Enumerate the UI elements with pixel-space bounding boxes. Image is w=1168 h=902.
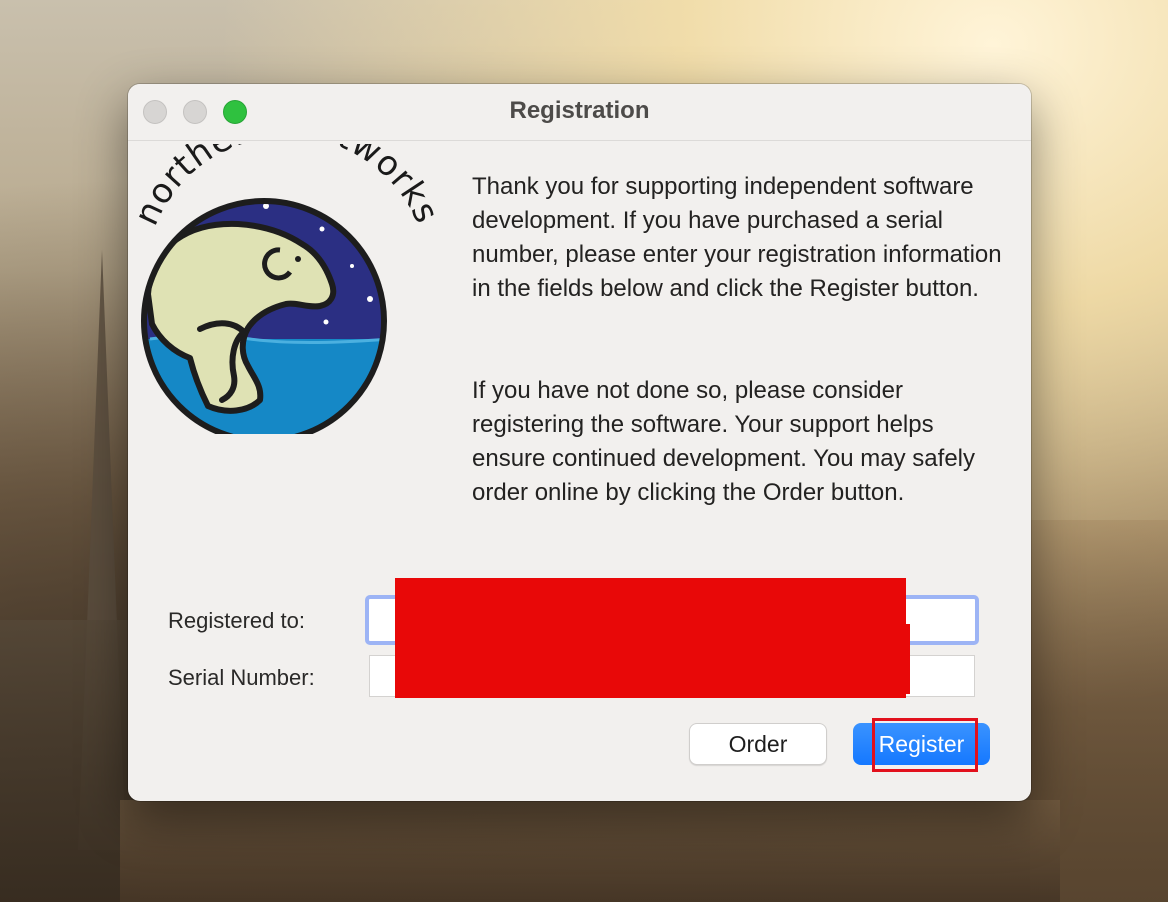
northern-softworks-logo: northern softworks — [130, 144, 446, 434]
title-bar[interactable]: Registration — [128, 84, 1031, 141]
serial-number-label: Serial Number: — [168, 665, 315, 690]
order-button[interactable]: Order — [689, 723, 827, 765]
background-skyline-left — [0, 620, 140, 902]
order-info-paragraph: If you have not done so, please consider… — [472, 377, 976, 506]
window-title: Registration — [509, 97, 650, 124]
intro-paragraph: Thank you for supporting independent sof… — [472, 173, 1002, 302]
registration-window: Registration northern softw — [128, 84, 1031, 801]
background-skyline-bottom — [120, 800, 1060, 902]
registered-to-label: Registered to: — [168, 608, 305, 633]
redaction-overlay — [396, 624, 910, 694]
register-highlight-box — [872, 718, 978, 772]
